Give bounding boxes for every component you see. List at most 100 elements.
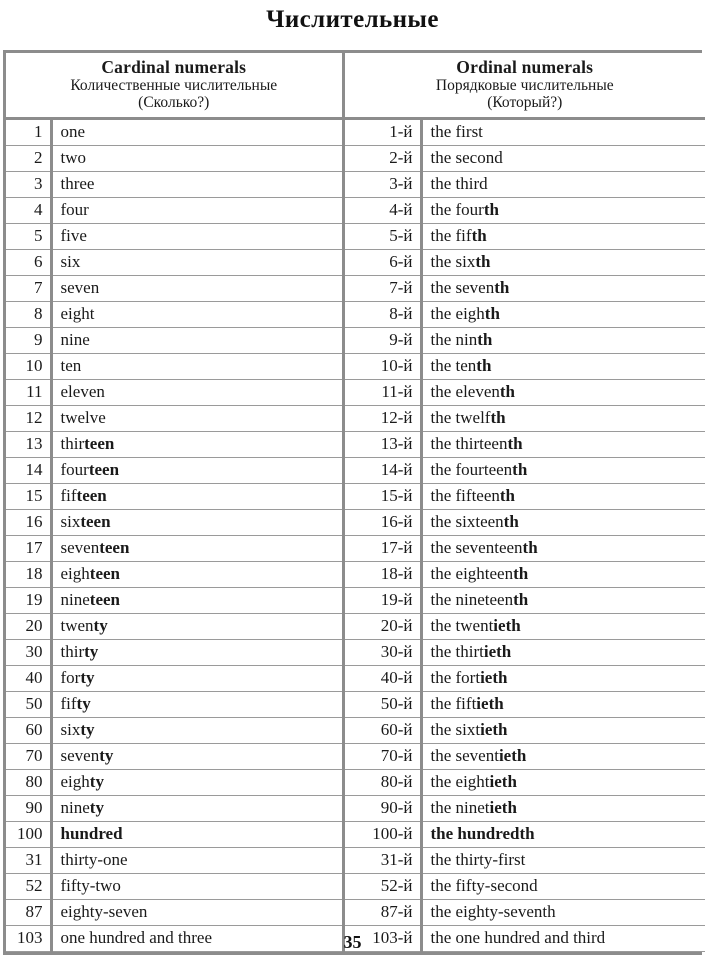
ordinal-word-suffix: th [471,226,487,246]
cardinal-word: nine [51,326,345,354]
cardinal-word: five [51,222,345,250]
cardinal-word-stem: fif [60,486,77,506]
cardinal-word-stem: nine [60,590,90,610]
ordinal-word-stem: the thirty-first [430,850,526,870]
ordinal-figure: 9-й [343,326,423,354]
ordinal-word: the nineteenth [421,586,705,614]
ordinal-figure: 8-й [343,300,423,328]
ordinal-figure: 70-й [343,742,423,770]
header-cardinal-russian: Количественные числительные [70,77,278,95]
ordinal-word: the second [421,144,705,172]
table-row: 90 ninety 90-й the ninetieth [6,794,705,822]
ordinal-word-stem: the eight [430,772,490,792]
cardinal-word-suffix: ty [99,746,114,766]
ordinal-word-stem: the ninet [430,798,490,818]
ordinal-word-stem: the third [430,174,488,194]
ordinal-word-suffix: ieth [498,746,527,766]
ordinal-word-stem: the sixteen [430,512,504,532]
table-row: 2 two 2-й the second [6,144,705,172]
cardinal-word-suffix: teen [88,460,120,480]
cardinal-word-stem: nine [60,330,90,350]
cardinal-word: thirty-one [51,846,345,874]
ordinal-figure: 31-й [343,846,423,874]
ordinal-figure: 10-й [343,352,423,380]
cardinal-figure: 2 [6,144,53,172]
ordinal-word-stem: the first [430,122,483,142]
ordinal-word-stem: the seventeen [430,538,523,558]
cardinal-word-stem: thir [60,642,85,662]
table-row: 12 twelve 12-й the twelfth [6,404,705,432]
table-row: 20 twenty 20-й the twentieth [6,612,705,640]
cardinal-word: sixteen [51,508,345,536]
cardinal-word: two [51,144,345,172]
cardinal-word: ten [51,352,345,380]
cardinal-word: hundred [51,820,345,848]
cardinal-word: eighteen [51,560,345,588]
ordinal-word-stem: the thirteen [430,434,508,454]
table-row: 70 seventy 70-й the seventieth [6,742,705,770]
table-body: 1 one 1-й the first 2 two 2-й the second 3 three 3… [6,118,705,952]
ordinal-word-suffix: th [512,460,528,480]
ordinal-word-suffix: ieth [476,694,504,714]
ordinal-word-stem: the fifty-second [430,876,538,896]
table-row: 8 eight 8-й the eighth [6,300,705,328]
ordinal-figure: 80-й [343,768,423,796]
ordinal-figure: 7-й [343,274,423,302]
table-row: 14 fourteen 14-й the fourteenth [6,456,705,484]
ordinal-figure: 16-й [343,508,423,536]
ordinal-word-suffix: th [484,304,500,324]
cardinal-word-stem: for [60,668,81,688]
cardinal-word: four [51,196,345,224]
table-row: 16 sixteen 16-й the sixteenth [6,508,705,536]
cardinal-figure: 7 [6,274,53,302]
ordinal-word: the thirty-first [421,846,705,874]
cardinal-word-stem: twelve [60,408,106,428]
cardinal-figure: 5 [6,222,53,250]
ordinal-figure: 12-й [343,404,423,432]
ordinal-word-suffix: th [475,252,491,272]
cardinal-word-suffix: ty [76,694,91,714]
page-title: Числительные [266,6,439,33]
ordinal-word: the fourteenth [421,456,705,484]
ordinal-figure: 5-й [343,222,423,250]
header-ordinal-question: (Который?) [487,94,563,112]
cardinal-figure: 12 [6,404,53,432]
numerals-table-container: Cardinal numerals Количественные числите… [3,50,705,955]
ordinal-figure: 100-й [343,820,423,848]
ordinal-word: the sixteenth [421,508,705,536]
ordinal-figure: 14-й [343,456,423,484]
table-row: 17 seventeen 17-й the seventeenth [6,534,705,562]
cardinal-figure: 50 [6,690,53,718]
ordinal-word: the eighth [421,300,705,328]
cardinal-word: six [51,248,345,276]
cardinal-word-suffix: ty [89,772,104,792]
table-header: Cardinal numerals Количественные числите… [6,53,705,120]
ordinal-word: the seventh [421,274,705,302]
table-row: 3 three 3-й the third [6,170,705,198]
cardinal-figure: 11 [6,378,53,406]
ordinal-word-suffix: th [490,408,506,428]
table-row: 4 four 4-й the fourth [6,196,705,224]
cardinal-word-stem: four [60,200,89,220]
cardinal-word-stem: one [60,122,86,142]
table-row: 31 thirty-one 31-й the thirty-first [6,846,705,874]
ordinal-word-suffix: ieth [489,798,517,818]
cardinal-word-stem: five [60,226,87,246]
cardinal-figure: 3 [6,170,53,198]
cardinal-word: sixty [51,716,345,744]
ordinal-word-stem: the ten [430,356,477,376]
ordinal-figure: 52-й [343,872,423,900]
cardinal-word: thirteen [51,430,345,458]
ordinal-word: the sixtieth [421,716,705,744]
cardinal-figure: 100 [6,820,53,848]
ordinal-word: the thirteenth [421,430,705,458]
cardinal-word: fifty-two [51,872,345,900]
table-row: 52 fifty-two 52-й the fifty-second [6,872,705,900]
ordinal-word: the twelfth [421,404,705,432]
ordinal-word-stem: the thirt [430,642,484,662]
ordinal-figure: 13-й [343,430,423,458]
ordinal-figure: 17-й [343,534,423,562]
cardinal-word-stem: four [60,460,89,480]
table-row: 6 six 6-й the sixth [6,248,705,276]
cardinal-word-suffix: teen [89,564,120,584]
